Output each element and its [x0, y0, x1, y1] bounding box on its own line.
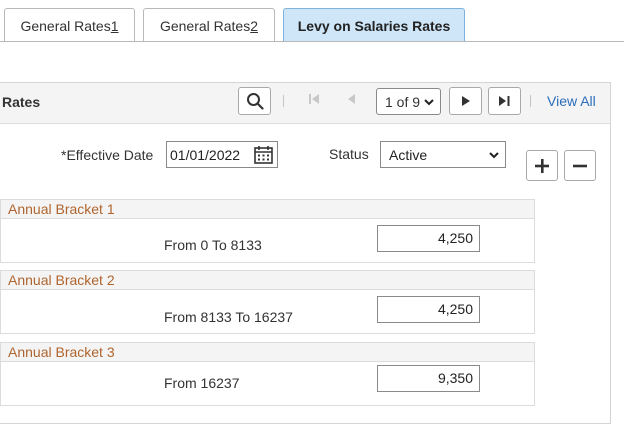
bracket-range: From 16237 — [164, 375, 240, 391]
status-value: Active — [389, 147, 428, 163]
effective-date-field[interactable]: 01/01/2022 — [166, 141, 278, 168]
bracket-amount-field[interactable]: 9,350 — [377, 365, 480, 392]
separator — [530, 95, 531, 107]
status-select[interactable]: Active — [380, 141, 506, 168]
chevron-down-icon — [489, 152, 499, 159]
bracket-title: Annual Bracket 2 — [8, 272, 115, 288]
bracket-amount-field[interactable]: 4,250 — [377, 296, 480, 323]
first-page-icon[interactable] — [308, 93, 320, 108]
bracket-range: From 0 To 8133 — [164, 237, 262, 253]
search-icon — [246, 93, 264, 110]
panel-title: Rates — [2, 94, 41, 110]
chevron-down-icon — [424, 99, 434, 106]
bracket-amount-field[interactable]: 4,250 — [377, 225, 480, 252]
tab-general-rates-1[interactable]: General Rates 1 — [4, 8, 135, 42]
tab-general-rates-2[interactable]: General Rates 2 — [143, 8, 275, 42]
effective-date-value: 01/01/2022 — [170, 147, 241, 163]
view-all-link[interactable]: View All — [547, 93, 596, 109]
tab-divider — [0, 41, 624, 42]
separator — [283, 95, 284, 107]
next-page-button[interactable] — [449, 87, 482, 115]
effective-date-label: *Effective Date — [61, 147, 154, 163]
last-page-icon — [499, 96, 510, 106]
status-label: Status — [329, 146, 369, 162]
tab-hotkey: 2 — [250, 17, 259, 34]
tab-label: General Rates — [159, 17, 251, 34]
search-button[interactable] — [238, 87, 271, 115]
add-row-button[interactable] — [526, 150, 558, 181]
tab-label: General Rates — [20, 17, 111, 34]
tab-label: Levy on Salaries Rates — [297, 17, 451, 34]
plus-icon — [535, 158, 549, 173]
previous-page-icon[interactable] — [346, 93, 356, 108]
minus-icon — [573, 164, 587, 167]
tab-levy-on-salaries-rates[interactable]: Levy on Salaries Rates — [283, 8, 465, 42]
bracket-range: From 8133 To 16237 — [164, 309, 293, 325]
last-page-button[interactable] — [488, 87, 521, 115]
tab-hotkey: 1 — [110, 17, 119, 34]
pager-value: 1 of 9 — [385, 93, 421, 110]
delete-row-button[interactable] — [564, 150, 596, 181]
bracket-title: Annual Bracket 1 — [8, 201, 115, 217]
pager-select[interactable]: 1 of 9 — [376, 88, 441, 115]
bracket-title: Annual Bracket 3 — [8, 344, 115, 360]
calendar-icon[interactable] — [254, 145, 273, 164]
next-icon — [461, 96, 470, 106]
